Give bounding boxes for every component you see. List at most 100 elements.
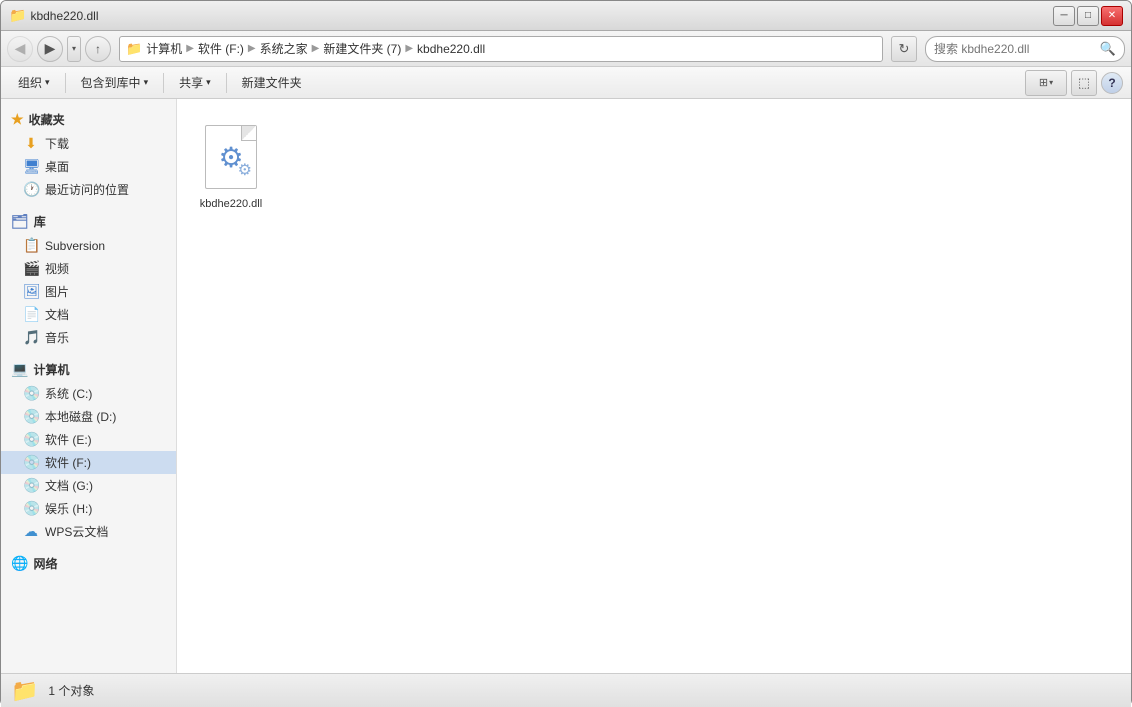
subversion-icon: 📋 [23, 237, 39, 254]
subversion-label: Subversion [45, 239, 105, 253]
sidebar-item-g[interactable]: 💿 文档 (G:) [1, 474, 176, 497]
include-library-label: 包含到库中 [81, 74, 141, 91]
drive-f-label: 软件 (F:) [45, 454, 91, 471]
title-bar-controls: ─ □ ✕ [1053, 6, 1123, 26]
maximize-button[interactable]: □ [1077, 6, 1099, 26]
library-icon: 🗂 [11, 213, 29, 230]
sidebar: ★ 收藏夹 ⬇ 下载 🖥 桌面 🕐 最近访问的位置 🗂 库 � [1, 99, 177, 673]
view-icon: ⊞ [1039, 76, 1048, 89]
sidebar-item-video[interactable]: 🎬 视频 [1, 257, 176, 280]
status-folder-icon: 📁 [11, 678, 38, 704]
sidebar-item-d[interactable]: 💿 本地磁盘 (D:) [1, 405, 176, 428]
organize-button[interactable]: 组织 ▾ [9, 71, 59, 95]
star-icon: ★ [11, 111, 24, 128]
sidebar-computer-header: 💻 计算机 [1, 357, 176, 382]
sidebar-item-documents[interactable]: 📄 文档 [1, 303, 176, 326]
breadcrumb-arrow2: ▶ [248, 43, 256, 54]
network-icon: 🌐 [11, 555, 28, 572]
main-layout: ★ 收藏夹 ⬇ 下载 🖥 桌面 🕐 最近访问的位置 🗂 库 � [1, 99, 1131, 673]
new-folder-label: 新建文件夹 [242, 74, 302, 91]
title-bar-left: 📁 kbdhe220.dll [9, 7, 99, 24]
search-input[interactable] [934, 42, 1096, 56]
organize-arrow: ▾ [45, 77, 50, 88]
drive-f-icon: 💿 [23, 454, 39, 471]
sidebar-favorites-header: ★ 收藏夹 [1, 107, 176, 132]
forward-button[interactable]: ▶ [37, 36, 63, 62]
close-button[interactable]: ✕ [1101, 6, 1123, 26]
sidebar-computer-section: 💻 计算机 💿 系统 (C:) 💿 本地磁盘 (D:) 💿 软件 (E:) 💿 … [1, 357, 176, 543]
status-bar: 📁 1 个对象 [1, 673, 1131, 707]
file-icon-wrapper: ⚙ ⚙ [201, 121, 261, 193]
download-label: 下载 [45, 135, 69, 152]
sidebar-item-download[interactable]: ⬇ 下载 [1, 132, 176, 155]
title-folder-icon: 📁 [9, 7, 26, 24]
include-library-button[interactable]: 包含到库中 ▾ [72, 71, 158, 95]
sidebar-item-wps[interactable]: ☁ WPS云文档 [1, 520, 176, 543]
new-folder-button[interactable]: 新建文件夹 [233, 71, 311, 95]
recent-icon: 🕐 [23, 181, 39, 198]
toolbar-separator2 [163, 73, 164, 93]
pictures-label: 图片 [45, 283, 69, 300]
sidebar-library-section: 🗂 库 📋 Subversion 🎬 视频 🖼 图片 📄 文档 🎵 音乐 [1, 209, 176, 349]
sidebar-item-h[interactable]: 💿 娱乐 (H:) [1, 497, 176, 520]
documents-icon: 📄 [23, 306, 39, 323]
sidebar-item-music[interactable]: 🎵 音乐 [1, 326, 176, 349]
address-bar[interactable]: 📁 计算机 ▶ 软件 (F:) ▶ 系统之家 ▶ 新建文件夹 (7) ▶ kbd… [119, 36, 883, 62]
view-arrow: ▾ [1049, 78, 1053, 87]
status-text: 1 个对象 [48, 682, 94, 699]
toolbar-separator3 [226, 73, 227, 93]
drive-h-label: 娱乐 (H:) [45, 500, 92, 517]
file-label: kbdhe220.dll [200, 197, 262, 211]
minimize-button[interactable]: ─ [1053, 6, 1075, 26]
sidebar-item-subversion[interactable]: 📋 Subversion [1, 234, 176, 257]
download-icon: ⬇ [23, 135, 39, 152]
video-icon: 🎬 [23, 260, 39, 277]
content-area: ⚙ ⚙ kbdhe220.dll [177, 99, 1131, 673]
recent-label: 最近访问的位置 [45, 181, 129, 198]
desktop-icon: 🖥 [23, 158, 39, 175]
sidebar-item-c[interactable]: 💿 系统 (C:) [1, 382, 176, 405]
title-label: kbdhe220.dll [30, 9, 98, 23]
desktop-label: 桌面 [45, 158, 69, 175]
drive-c-label: 系统 (C:) [45, 385, 92, 402]
breadcrumb-arrow1: ▶ [186, 43, 194, 54]
toolbar-separator1 [65, 73, 66, 93]
share-arrow: ▾ [206, 77, 211, 88]
view-toggle-button[interactable]: ⊞ ▾ [1025, 70, 1067, 96]
breadcrumb-part4: 新建文件夹 (7) [323, 40, 401, 57]
nav-bar: ◀ ▶ ▾ ↑ 📁 计算机 ▶ 软件 (F:) ▶ 系统之家 ▶ 新建文件夹 (… [1, 31, 1131, 67]
back-button[interactable]: ◀ [7, 36, 33, 62]
file-item-dll[interactable]: ⚙ ⚙ kbdhe220.dll [193, 115, 269, 217]
sidebar-item-pictures[interactable]: 🖼 图片 [1, 280, 176, 303]
up-button[interactable]: ↑ [85, 36, 111, 62]
computer-label: 计算机 [33, 361, 69, 378]
library-arrow: ▾ [144, 77, 149, 88]
sidebar-item-e[interactable]: 💿 软件 (E:) [1, 428, 176, 451]
search-bar[interactable]: 🔍 [925, 36, 1125, 62]
drive-g-label: 文档 (G:) [45, 477, 93, 494]
refresh-button[interactable]: ↻ [891, 36, 917, 62]
sidebar-favorites-section: ★ 收藏夹 ⬇ 下载 🖥 桌面 🕐 最近访问的位置 [1, 107, 176, 201]
wps-label: WPS云文档 [45, 523, 108, 540]
sidebar-item-f[interactable]: 💿 软件 (F:) [1, 451, 176, 474]
share-label: 共享 [179, 74, 203, 91]
sidebar-item-recent[interactable]: 🕐 最近访问的位置 [1, 178, 176, 201]
sidebar-item-desktop[interactable]: 🖥 桌面 [1, 155, 176, 178]
toolbar-right: ⊞ ▾ ⬚ ? [1025, 70, 1123, 96]
breadcrumb-part3: 系统之家 [260, 40, 308, 57]
share-button[interactable]: 共享 ▾ [170, 71, 220, 95]
nav-dropdown[interactable]: ▾ [67, 36, 81, 62]
video-label: 视频 [45, 260, 69, 277]
drive-g-icon: 💿 [23, 477, 39, 494]
dll-page-icon: ⚙ ⚙ [205, 125, 257, 189]
address-folder-icon: 📁 [126, 41, 142, 57]
library-label: 库 [34, 213, 46, 230]
gear-large-icon: ⚙ [218, 141, 243, 174]
help-button[interactable]: ? [1101, 72, 1123, 94]
music-icon: 🎵 [23, 329, 39, 346]
organize-label: 组织 [18, 74, 42, 91]
preview-pane-button[interactable]: ⬚ [1071, 70, 1097, 96]
sidebar-network-header: 🌐 网络 [1, 551, 176, 576]
drive-h-icon: 💿 [23, 500, 39, 517]
search-icon: 🔍 [1100, 41, 1116, 57]
